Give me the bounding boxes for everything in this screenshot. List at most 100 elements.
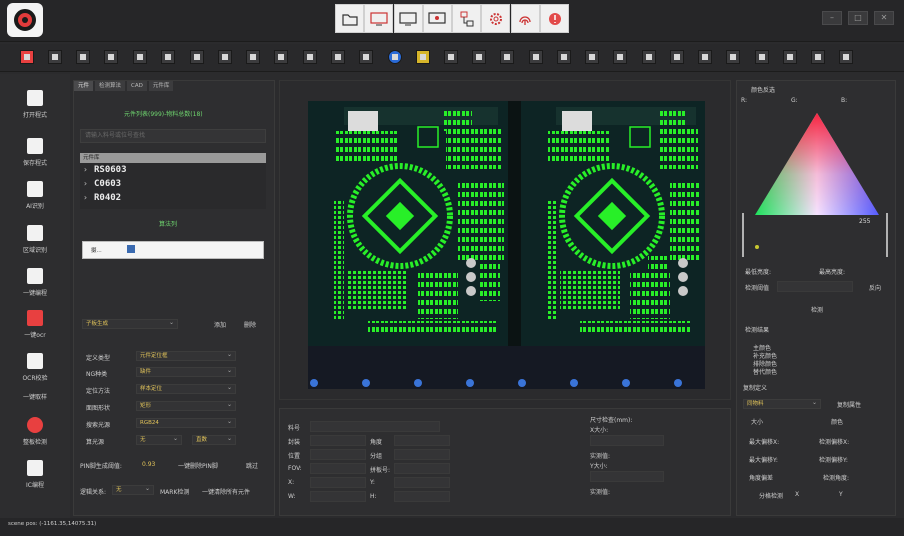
tool-18-icon[interactable]: [500, 50, 514, 64]
tool-7-icon[interactable]: [190, 50, 204, 64]
onekey-program-button[interactable]: 一键编程: [8, 268, 62, 297]
circle-tool-icon[interactable]: [388, 50, 402, 64]
tool-24-icon[interactable]: [670, 50, 684, 64]
tool-11-icon[interactable]: [303, 50, 317, 64]
position-field[interactable]: [310, 449, 366, 460]
tool-8-icon[interactable]: [218, 50, 232, 64]
tool-10-icon[interactable]: [274, 50, 288, 64]
algorithm-item[interactable]: 摄...: [91, 246, 102, 254]
color-checkbox[interactable]: 颜色: [831, 417, 843, 426]
angle-field[interactable]: [394, 435, 450, 446]
detect-button[interactable]: 检测: [811, 305, 823, 314]
tab-library[interactable]: 元件库: [148, 81, 174, 91]
tool-29-icon[interactable]: [811, 50, 825, 64]
tool-23-icon[interactable]: [642, 50, 656, 64]
tool-5-icon[interactable]: [133, 50, 147, 64]
alert-icon[interactable]: [540, 4, 570, 33]
color-tool-icon[interactable]: [416, 50, 430, 64]
monitor-icon[interactable]: [393, 4, 423, 33]
sub-board-select[interactable]: 子板生成: [82, 319, 178, 329]
monitor-record-icon[interactable]: [422, 4, 452, 33]
package-field[interactable]: [310, 435, 366, 446]
target-tool-icon[interactable]: [20, 50, 34, 64]
board-no-field[interactable]: [394, 463, 450, 474]
ic-program-button[interactable]: IC编程: [8, 460, 62, 489]
reverse-checkbox[interactable]: 反向: [869, 283, 881, 292]
search-light-select[interactable]: RGB24: [136, 418, 236, 428]
pin-delete-button[interactable]: 一键删除PIN脚: [178, 461, 218, 470]
tool-25-icon[interactable]: [698, 50, 712, 64]
tool-9-icon[interactable]: [246, 50, 260, 64]
skip-button[interactable]: 跳过: [246, 461, 258, 470]
logic-select[interactable]: 无: [112, 485, 154, 495]
pin-threshold-value[interactable]: 0.93: [142, 461, 155, 468]
onekey-sample-button[interactable]: 一键取样: [8, 392, 62, 401]
copy-select[interactable]: 同物料: [743, 399, 821, 409]
add-button[interactable]: 添加: [214, 320, 226, 329]
monitor-red-icon[interactable]: [364, 4, 394, 33]
color-triangle[interactable]: 255: [741, 109, 893, 259]
close-button[interactable]: ✕: [874, 11, 894, 25]
extra-select[interactable]: 直数: [192, 435, 236, 445]
tool-2-icon[interactable]: [48, 50, 62, 64]
tree-item[interactable]: R0402: [80, 191, 266, 205]
fov-field[interactable]: [310, 463, 366, 474]
y-field[interactable]: [394, 477, 450, 488]
open-program-button[interactable]: 打开程式: [8, 90, 62, 119]
threshold-select[interactable]: [777, 281, 853, 292]
copy-attr-button[interactable]: 复制属性: [837, 400, 861, 409]
light-select[interactable]: 无: [136, 435, 182, 445]
tool-19-icon[interactable]: [529, 50, 543, 64]
component-search-input[interactable]: 请输入料号或位号查找: [80, 129, 266, 143]
shape-select[interactable]: 矩形: [136, 401, 236, 411]
x-size-select[interactable]: [590, 435, 664, 446]
network-icon[interactable]: [452, 4, 482, 33]
tool-3-icon[interactable]: [76, 50, 90, 64]
tool-17-icon[interactable]: [472, 50, 486, 64]
clear-all-button[interactable]: 一键清除所有元件: [202, 487, 250, 496]
ng-type-select[interactable]: 缺件: [136, 367, 236, 377]
maximize-button[interactable]: □: [848, 11, 868, 25]
component-tree[interactable]: 元件库 RS0603 C0603 R0402: [80, 153, 266, 209]
onekey-ocr-button[interactable]: 一键ocr: [8, 310, 62, 339]
tool-13-icon[interactable]: [359, 50, 373, 64]
tree-item[interactable]: C0603: [80, 177, 266, 191]
ai-recognize-button[interactable]: AI识别: [8, 181, 62, 210]
size-checkbox[interactable]: 大小: [751, 417, 763, 426]
part-field[interactable]: [310, 421, 440, 432]
board-detect-button[interactable]: 整板检测: [8, 417, 62, 446]
region-recognize-button[interactable]: 区域识别: [8, 225, 62, 254]
locate-method-select[interactable]: 样本定位: [136, 384, 236, 394]
tool-16-icon[interactable]: [444, 50, 458, 64]
tab-algorithm[interactable]: 检测算法: [95, 81, 126, 91]
delete-button[interactable]: 删除: [244, 320, 256, 329]
y-size-select[interactable]: [590, 471, 664, 482]
tool-20-icon[interactable]: [557, 50, 571, 64]
define-type-select[interactable]: 元件定位框: [136, 351, 236, 361]
tool-30-icon[interactable]: [839, 50, 853, 64]
tool-12-icon[interactable]: [331, 50, 345, 64]
x-field[interactable]: [310, 477, 366, 488]
tool-21-icon[interactable]: [585, 50, 599, 64]
folder-icon[interactable]: [335, 4, 364, 33]
gear-icon[interactable]: [481, 4, 511, 33]
w-field[interactable]: [310, 491, 366, 502]
tool-6-icon[interactable]: [161, 50, 175, 64]
tool-26-icon[interactable]: [726, 50, 740, 64]
algorithm-list[interactable]: 摄...: [82, 241, 264, 259]
result-item[interactable]: 替代颜色: [753, 367, 777, 376]
ocr-check-button[interactable]: OCR校验: [8, 353, 62, 382]
pcb-image[interactable]: [308, 101, 705, 389]
tool-22-icon[interactable]: [613, 50, 627, 64]
h-field[interactable]: [394, 491, 450, 502]
tool-27-icon[interactable]: [755, 50, 769, 64]
split-detect-checkbox[interactable]: 分格检测: [759, 491, 783, 500]
tree-item[interactable]: RS0603: [80, 163, 266, 177]
minimize-button[interactable]: –: [822, 11, 842, 25]
fingerprint-icon[interactable]: [510, 4, 540, 33]
tab-component[interactable]: 元件: [74, 81, 94, 91]
tab-cad[interactable]: CAD: [127, 81, 147, 91]
group-field[interactable]: [394, 449, 450, 460]
tool-4-icon[interactable]: [104, 50, 118, 64]
mark-detect-button[interactable]: MARK检测: [160, 487, 189, 496]
